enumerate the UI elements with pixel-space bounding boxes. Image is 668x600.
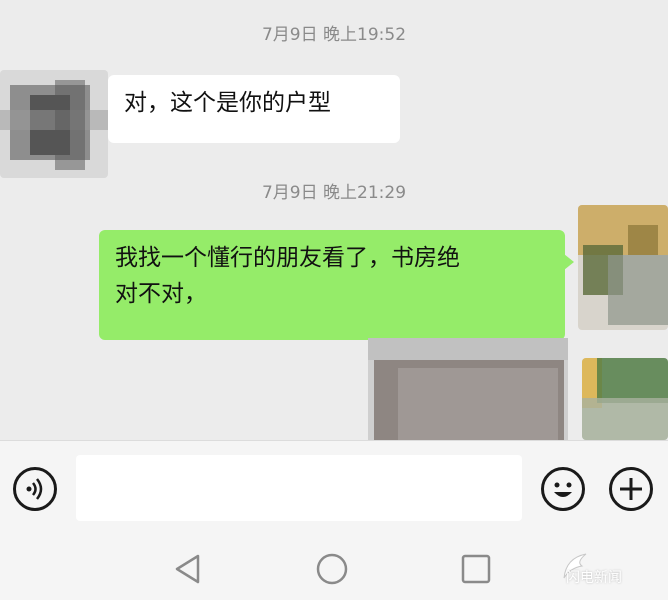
user-avatar[interactable] — [582, 358, 668, 440]
chat-area: 7月9日 晚上19:52 对，这个是你的户型 7月9日 晚上21:29 我找一个… — [0, 0, 668, 440]
more-options-button[interactable] — [609, 467, 653, 511]
emoji-icon — [554, 482, 572, 497]
input-bar — [0, 440, 668, 536]
back-triangle-icon[interactable] — [170, 551, 206, 587]
voice-button[interactable] — [13, 467, 57, 511]
user-avatar[interactable] — [578, 205, 668, 330]
message-text: 对，这个是你的户型 — [124, 90, 331, 116]
home-circle-icon[interactable] — [314, 551, 350, 587]
outgoing-message-bubble[interactable]: 我找一个懂行的朋友看了，书房绝 对不对， — [99, 230, 574, 340]
incoming-message-bubble[interactable]: 对，这个是你的户型 — [108, 75, 400, 143]
message-text-line: 我找一个懂行的朋友看了，书房绝 — [115, 245, 460, 271]
message-text-line: 对不对， — [115, 281, 207, 307]
emoji-button[interactable] — [541, 467, 585, 511]
voice-icon — [26, 478, 43, 500]
watermark-text: 闪电新闻 — [566, 570, 622, 586]
plus-icon — [620, 478, 642, 500]
recent-square-icon[interactable] — [458, 551, 494, 587]
message-timestamp: 7月9日 晚上21:29 — [261, 183, 407, 203]
shared-image-message[interactable] — [368, 338, 568, 440]
contact-avatar[interactable] — [0, 70, 108, 178]
message-input[interactable] — [76, 455, 522, 521]
message-timestamp: 7月9日 晚上19:52 — [261, 25, 407, 45]
